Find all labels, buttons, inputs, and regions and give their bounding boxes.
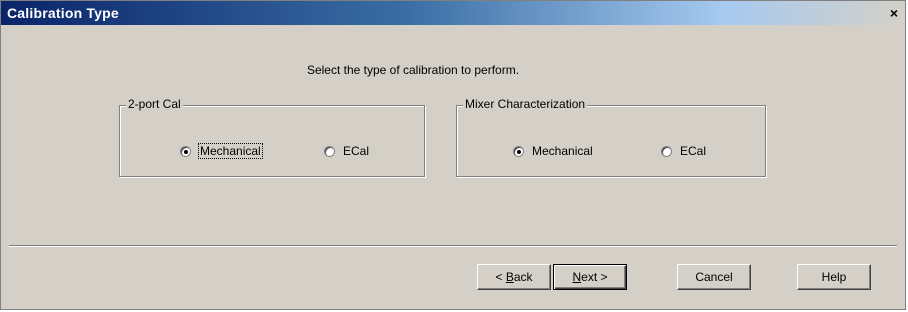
calibration-type-dialog: Calibration Type × Select the type of ca…: [0, 0, 906, 310]
help-button[interactable]: Help: [797, 264, 871, 290]
button-separator: [9, 245, 897, 247]
title-bar[interactable]: Calibration Type ×: [1, 1, 905, 25]
next-button-rest: ext >: [581, 270, 608, 284]
group-legend-mixer-characterization: Mixer Characterization: [463, 97, 588, 111]
radio-label: ECal: [343, 144, 370, 158]
two-port-cal-group: 2-port Cal Mechanical ECal: [119, 97, 425, 177]
radio-selected-icon: [513, 145, 524, 157]
back-button-prefix: <: [495, 270, 506, 284]
group-legend-two-port-cal: 2-port Cal: [126, 97, 183, 111]
two-port-ecal-radio[interactable]: ECal: [324, 144, 369, 158]
two-port-mechanical-radio[interactable]: Mechanical: [180, 143, 263, 159]
back-button-rest: ack: [513, 270, 533, 284]
back-button-mnemonic: B: [505, 270, 514, 284]
radio-unselected-icon: [324, 145, 335, 157]
radio-unselected-icon: [661, 145, 672, 157]
close-icon[interactable]: ×: [887, 6, 901, 20]
mixer-mechanical-radio[interactable]: Mechanical: [513, 144, 593, 158]
mixer-ecal-radio[interactable]: ECal: [661, 144, 706, 158]
back-button[interactable]: < Back: [477, 264, 551, 290]
radio-selected-icon: [180, 145, 191, 157]
next-button-mnemonic: N: [572, 270, 582, 284]
radio-label: ECal: [680, 144, 707, 158]
window-title: Calibration Type: [7, 5, 119, 21]
radio-label: Mechanical: [532, 144, 593, 158]
mixer-characterization-group: Mixer Characterization Mechanical ECal: [456, 97, 766, 177]
next-button[interactable]: Next >: [553, 264, 627, 290]
cancel-button[interactable]: Cancel: [677, 264, 751, 290]
radio-label: Mechanical: [198, 143, 263, 159]
instruction-text: Select the type of calibration to perfor…: [306, 63, 520, 77]
